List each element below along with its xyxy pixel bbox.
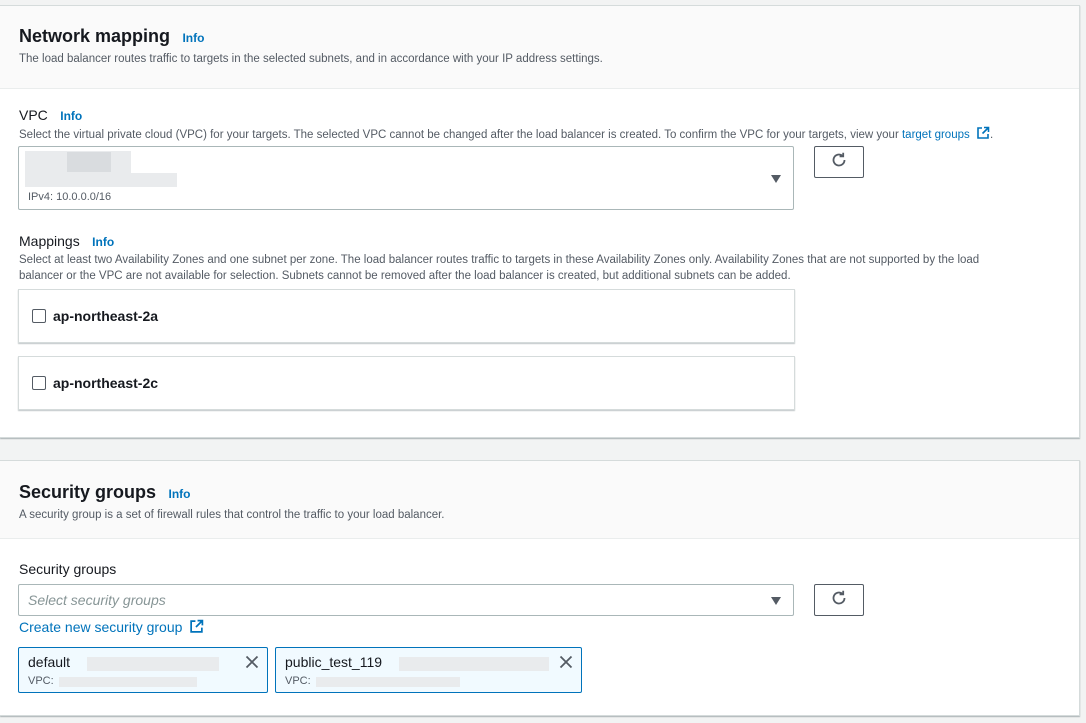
- vpc-name-redacted-2: [67, 152, 111, 172]
- security-group-token-default: default VPC:: [18, 647, 268, 693]
- close-icon[interactable]: [559, 655, 573, 674]
- security-groups-info-link[interactable]: Info: [168, 487, 190, 501]
- token-vpc-label: VPC:: [28, 675, 54, 687]
- mappings-description-2: balancer or the VPC are not available fo…: [19, 270, 791, 282]
- security-group-token-public-test: public_test_119 VPC:: [275, 647, 582, 693]
- az-2c-checkbox[interactable]: [32, 376, 46, 390]
- security-groups-header: Security groups Info A security group is…: [0, 461, 1079, 539]
- vpc-info-link[interactable]: Info: [60, 109, 82, 123]
- az-option-2c[interactable]: ap-northeast-2c: [18, 356, 795, 410]
- vpc-label-row: VPC Info: [19, 107, 82, 125]
- vpc-id-redacted: [25, 173, 177, 187]
- vpc-description-text: Select the virtual private cloud (VPC) f…: [19, 129, 899, 141]
- vpc-select[interactable]: IPv4: 10.0.0.0/16: [18, 146, 794, 210]
- chevron-down-icon: [771, 175, 781, 183]
- vpc-ipv4: IPv4: 10.0.0.0/16: [28, 191, 112, 203]
- token-name: default: [28, 654, 71, 670]
- mappings-description-1: Select at least two Availability Zones a…: [19, 254, 980, 266]
- security-groups-refresh-button[interactable]: [814, 584, 864, 616]
- token-id-redacted: [87, 657, 219, 671]
- mappings-label-row: Mappings Info: [19, 233, 114, 251]
- vpc-label: VPC: [19, 107, 48, 123]
- az-option-2a[interactable]: ap-northeast-2a: [18, 289, 795, 343]
- mappings-label: Mappings: [19, 233, 80, 249]
- token-vpc-redacted: [316, 677, 460, 687]
- security-groups-title: Security groups: [19, 482, 157, 502]
- az-2a-checkbox[interactable]: [32, 309, 46, 323]
- target-groups-link[interactable]: target groups: [902, 129, 970, 141]
- external-link-icon: [976, 126, 990, 145]
- refresh-icon: [830, 151, 848, 174]
- az-2c-label: ap-northeast-2c: [53, 375, 159, 391]
- create-security-group-link[interactable]: Create new security group: [19, 619, 182, 635]
- close-icon[interactable]: [245, 655, 259, 674]
- security-groups-field-label: Security groups: [19, 561, 117, 577]
- create-security-group-row[interactable]: Create new security group: [19, 619, 204, 637]
- security-groups-placeholder: Select security groups: [28, 592, 166, 608]
- vpc-refresh-button[interactable]: [814, 146, 864, 178]
- az-2a-label: ap-northeast-2a: [53, 308, 159, 324]
- refresh-icon: [830, 589, 848, 612]
- network-mapping-title: Network mapping: [19, 26, 171, 46]
- security-groups-description: A security group is a set of firewall ru…: [19, 509, 445, 521]
- token-vpc-redacted: [59, 677, 197, 687]
- network-mapping-description: The load balancer routes traffic to targ…: [19, 53, 603, 65]
- chevron-down-icon: [771, 597, 781, 605]
- external-link-icon: [189, 619, 204, 637]
- network-mapping-header: Network mapping Info The load balancer r…: [0, 6, 1079, 89]
- vpc-description-trailing: .: [989, 129, 994, 141]
- token-vpc-label: VPC:: [285, 675, 311, 687]
- token-name: public_test_119: [285, 654, 383, 670]
- network-mapping-info-link[interactable]: Info: [182, 31, 204, 45]
- vpc-description: Select the virtual private cloud (VPC) f…: [19, 126, 993, 145]
- mappings-info-link[interactable]: Info: [92, 235, 114, 249]
- security-groups-select[interactable]: Select security groups: [18, 584, 794, 616]
- token-id-redacted: [399, 657, 549, 671]
